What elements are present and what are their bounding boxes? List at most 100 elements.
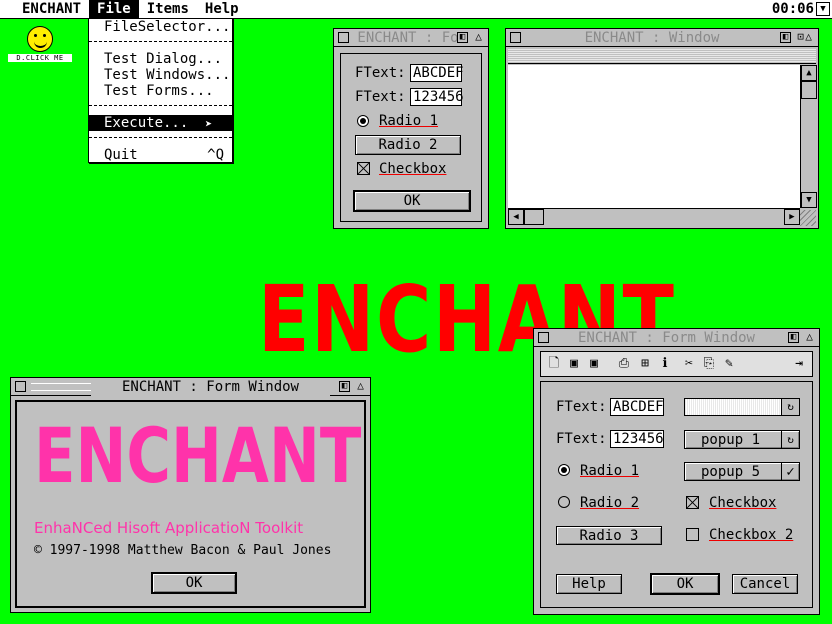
radio2-label[interactable]: Radio 2: [580, 494, 639, 512]
iconify-icon[interactable]: ◧: [780, 32, 791, 43]
radio2-button[interactable]: [558, 496, 570, 508]
checkbox-box[interactable]: [686, 496, 699, 509]
mouse-pointer-icon: ➤: [205, 117, 213, 131]
radio2-button[interactable]: Radio 2: [355, 135, 461, 155]
iconify-icon[interactable]: ◧: [457, 32, 468, 43]
close-box-icon[interactable]: [538, 332, 549, 343]
info-icon[interactable]: ℹ: [656, 355, 674, 373]
cycle-icon[interactable]: ↻: [781, 399, 799, 415]
menu-separator: [89, 131, 232, 147]
about-subtitle: EnhaNCed Hisoft ApplicatioN Toolkit: [34, 519, 304, 537]
checkbox-box[interactable]: [357, 162, 370, 175]
checkbox-label[interactable]: Checkbox: [709, 494, 776, 512]
scroll-window: ENCHANT : Window ◧ ⊡ △ ▲ ▼ ◀ ▶: [505, 28, 819, 229]
radio1-label[interactable]: Radio 1: [379, 112, 438, 130]
smiley-icon[interactable]: [27, 26, 53, 52]
fuller-icon[interactable]: △: [804, 331, 815, 343]
close-box-icon[interactable]: [338, 32, 349, 43]
scroll-slider[interactable]: [524, 209, 544, 225]
pattern-box[interactable]: ↻: [684, 398, 800, 416]
about-ok-button[interactable]: OK: [151, 572, 237, 594]
form-ok-button[interactable]: OK: [650, 573, 720, 595]
desktop-icon[interactable]: D.CLICK ME: [8, 26, 72, 62]
menu-enchant[interactable]: ENCHANT: [0, 0, 89, 19]
scroll-left-icon[interactable]: ◀: [508, 209, 524, 225]
ok-button[interactable]: OK: [353, 190, 471, 212]
size-box-icon[interactable]: [800, 210, 816, 226]
menu-bar: ENCHANT File Items Help 00:06 ▼: [0, 0, 832, 19]
quit-shortcut: ^Q: [207, 147, 224, 163]
edit-icon[interactable]: ✎: [720, 355, 738, 373]
desktop-icon-label: D.CLICK ME: [8, 54, 72, 62]
scroll-right-icon[interactable]: ▶: [784, 209, 800, 225]
menu-item-fileselector[interactable]: FileSelector...: [89, 19, 232, 35]
close-box-icon[interactable]: [510, 32, 521, 43]
ftext2-label: FText:: [556, 431, 607, 447]
paste-icon[interactable]: ⎘: [700, 355, 718, 373]
horizontal-scrollbar[interactable]: ◀ ▶: [508, 208, 800, 226]
exit-icon[interactable]: ⇥: [790, 355, 808, 373]
menu-item-quit[interactable]: Quit ^Q: [89, 147, 232, 163]
menu-drop-icon[interactable]: ▼: [816, 2, 830, 16]
title-bar[interactable]: ENCHANT : Form Window ◧ △: [11, 378, 370, 396]
popup5-label: popup 5: [701, 464, 761, 480]
cycle-icon[interactable]: ↻: [781, 431, 799, 448]
checkbox2-label[interactable]: Checkbox 2: [709, 526, 793, 544]
ftext1-label: FText:: [556, 399, 607, 415]
fuller-icon[interactable]: △: [355, 380, 366, 392]
save-as-icon[interactable]: ▣: [585, 355, 603, 373]
vertical-scrollbar[interactable]: ▲ ▼: [800, 65, 818, 208]
ftext2-field[interactable]: 123456: [410, 88, 464, 106]
window-title: ENCHANT : Window: [584, 30, 720, 46]
about-copyright: © 1997-1998 Matthew Bacon & Paul Jones: [34, 543, 332, 558]
radio3-button[interactable]: Radio 3: [556, 526, 662, 545]
menu-separator: [89, 99, 232, 115]
work-area: [508, 65, 800, 208]
save-icon[interactable]: ▣: [565, 355, 583, 373]
popup5-button[interactable]: popup 5 ✓: [684, 462, 800, 481]
popup1-label: popup 1: [701, 432, 761, 448]
clock: 00:06: [771, 1, 814, 17]
ftext1-field[interactable]: ABCDEF: [610, 398, 664, 416]
print-icon[interactable]: ⎙: [615, 355, 633, 373]
radio1-button[interactable]: [558, 464, 570, 476]
check-icon: ✓: [781, 463, 799, 480]
radio1-label[interactable]: Radio 1: [580, 462, 639, 480]
cancel-button[interactable]: Cancel: [732, 574, 798, 594]
title-bar[interactable]: ENCHANT : Window ◧ ⊡ △: [506, 29, 818, 47]
ftext2-field[interactable]: 123456: [610, 430, 664, 448]
iconify-icon[interactable]: ◧: [788, 332, 799, 343]
title-bar[interactable]: ENCHANT : Form Window ◧ △: [534, 329, 819, 347]
scroll-slider[interactable]: [801, 81, 817, 99]
radio1-button[interactable]: [357, 115, 369, 127]
checkbox-label[interactable]: Checkbox: [379, 160, 446, 178]
iconify-icon[interactable]: ◧: [339, 381, 350, 392]
ftext2-label: FText:: [355, 89, 406, 105]
menu-item-test-forms[interactable]: Test Forms...: [89, 83, 232, 99]
ftext1-field[interactable]: ABCDEF: [410, 64, 464, 82]
menu-item-execute[interactable]: Execute... ➤: [89, 115, 232, 131]
cut-icon[interactable]: ✂: [680, 355, 698, 373]
about-logo: ENCHANT: [34, 411, 362, 500]
menu-item-quit-label: Quit: [104, 147, 138, 163]
menu-item-test-dialog[interactable]: Test Dialog...: [89, 51, 232, 67]
menu-help[interactable]: Help: [197, 0, 247, 19]
file-menu-dropdown: FileSelector... Test Dialog... Test Wind…: [88, 18, 233, 163]
menu-items[interactable]: Items: [139, 0, 197, 19]
new-file-icon[interactable]: 🗋: [545, 355, 563, 373]
scroll-up-icon[interactable]: ▲: [801, 65, 817, 81]
menu-file[interactable]: File: [89, 0, 139, 19]
print-preview-icon[interactable]: ⊞: [636, 355, 654, 373]
checkbox2-box[interactable]: [686, 528, 699, 541]
window-title: ENCHANT : Fo: [357, 30, 459, 46]
help-button[interactable]: Help: [556, 574, 622, 594]
fuller-icon[interactable]: △: [473, 31, 484, 43]
scroll-down-icon[interactable]: ▼: [801, 192, 817, 208]
popup1-button[interactable]: popup 1 ↻: [684, 430, 800, 449]
title-bar[interactable]: ENCHANT : Fo ◧ △: [334, 29, 488, 47]
fuller-icon[interactable]: △: [803, 31, 814, 43]
close-box-icon[interactable]: [15, 381, 26, 392]
info-bar: [508, 49, 816, 64]
menu-separator: [89, 35, 232, 51]
menu-item-test-windows[interactable]: Test Windows...: [89, 67, 232, 83]
